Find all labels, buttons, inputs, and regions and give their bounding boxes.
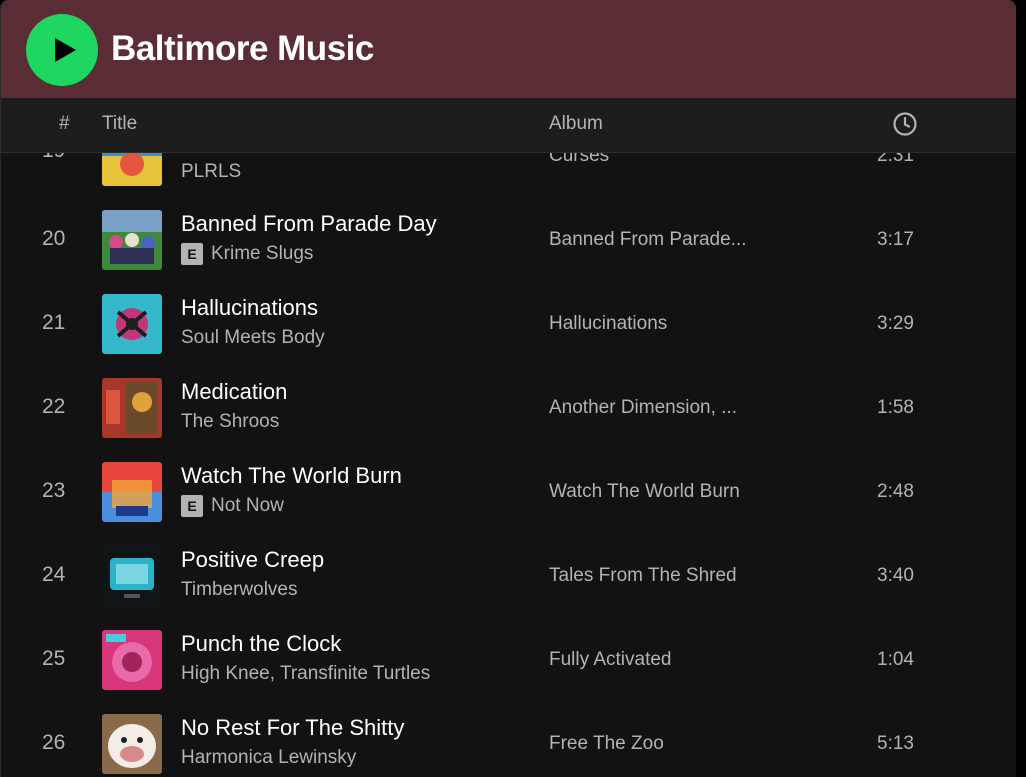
track-duration: 3:29 bbox=[877, 313, 914, 334]
track-artist[interactable]: Krime Slugs bbox=[211, 243, 313, 265]
album-cover bbox=[102, 378, 162, 438]
track-artist-line: The Shroos bbox=[181, 411, 279, 433]
track-album[interactable]: Free The Zoo bbox=[549, 733, 664, 755]
explicit-badge: E bbox=[181, 495, 203, 517]
playlist-window: 19 PLRLS Curses 2:31 20 bbox=[0, 0, 1016, 777]
track-duration: 1:58 bbox=[877, 397, 914, 418]
track-row-26[interactable]: 26 No Rest For The Shitty Harmonica Lewi… bbox=[1, 702, 1016, 777]
track-number: 25 bbox=[42, 647, 66, 670]
album-cover bbox=[102, 714, 162, 774]
track-duration: 5:13 bbox=[877, 733, 914, 754]
track-artist[interactable]: PLRLS bbox=[181, 161, 241, 183]
playlist-top-bar: Baltimore Music bbox=[1, 0, 1016, 98]
track-album[interactable]: Another Dimension, ... bbox=[549, 397, 737, 419]
track-album[interactable]: Hallucinations bbox=[549, 313, 667, 335]
album-cover bbox=[102, 546, 162, 606]
album-cover bbox=[102, 630, 162, 690]
track-album[interactable]: Watch The World Burn bbox=[549, 481, 740, 503]
play-button[interactable] bbox=[26, 14, 98, 86]
track-artist-line: PLRLS bbox=[181, 161, 241, 183]
track-title[interactable]: Hallucinations bbox=[181, 295, 318, 321]
track-album[interactable]: Tales From The Shred bbox=[549, 565, 737, 587]
column-album-header[interactable]: Album bbox=[549, 113, 603, 135]
album-cover bbox=[102, 462, 162, 522]
track-artist[interactable]: High Knee, Transfinite Turtles bbox=[181, 663, 430, 685]
track-artist-line: E Krime Slugs bbox=[181, 243, 313, 265]
track-title[interactable]: Watch The World Burn bbox=[181, 463, 402, 489]
column-number-header: # bbox=[59, 113, 70, 134]
play-icon bbox=[55, 38, 76, 62]
track-number: 22 bbox=[42, 395, 66, 418]
track-row-24[interactable]: 24 Positive Creep Timberwolves Tales Fro… bbox=[1, 534, 1016, 618]
track-number: 23 bbox=[42, 479, 66, 502]
track-row-22[interactable]: 22 Medication The Shroos Another Dimensi… bbox=[1, 366, 1016, 450]
column-header: # Title Album bbox=[1, 98, 1016, 153]
track-title[interactable]: Medication bbox=[181, 379, 287, 405]
column-title-header[interactable]: Title bbox=[102, 113, 137, 135]
track-artist[interactable]: Soul Meets Body bbox=[181, 327, 325, 349]
track-number: 26 bbox=[42, 731, 66, 754]
track-artist[interactable]: Harmonica Lewinsky bbox=[181, 747, 356, 769]
track-artist[interactable]: Timberwolves bbox=[181, 579, 298, 601]
track-album[interactable]: Fully Activated bbox=[549, 649, 672, 671]
album-cover bbox=[102, 294, 162, 354]
track-artist-line: E Not Now bbox=[181, 495, 284, 517]
track-title[interactable]: Punch the Clock bbox=[181, 631, 341, 657]
playlist-title: Baltimore Music bbox=[111, 29, 374, 68]
track-duration: 1:04 bbox=[877, 649, 914, 670]
track-artist[interactable]: Not Now bbox=[211, 495, 284, 517]
track-number: 21 bbox=[42, 311, 66, 334]
track-row-20[interactable]: 20 Banned From Parade Day E Krime Slugs … bbox=[1, 198, 1016, 282]
explicit-badge: E bbox=[181, 243, 203, 265]
clock-icon[interactable] bbox=[891, 110, 919, 144]
track-row-25[interactable]: 25 Punch the Clock High Knee, Transfinit… bbox=[1, 618, 1016, 702]
track-artist-line: Soul Meets Body bbox=[181, 327, 325, 349]
track-row-23[interactable]: 23 Watch The World Burn E Not Now Watch … bbox=[1, 450, 1016, 534]
track-artist-line: Harmonica Lewinsky bbox=[181, 747, 356, 769]
track-artist-line: High Knee, Transfinite Turtles bbox=[181, 663, 430, 685]
track-duration: 3:17 bbox=[877, 229, 914, 250]
album-cover bbox=[102, 210, 162, 270]
track-artist-line: Timberwolves bbox=[181, 579, 298, 601]
track-title[interactable]: Positive Creep bbox=[181, 547, 324, 573]
track-artist[interactable]: The Shroos bbox=[181, 411, 279, 433]
track-number: 24 bbox=[42, 563, 66, 586]
track-duration: 3:40 bbox=[877, 565, 914, 586]
track-title[interactable]: No Rest For The Shitty bbox=[181, 715, 404, 741]
track-duration: 2:48 bbox=[877, 481, 914, 502]
track-number: 20 bbox=[42, 227, 66, 250]
track-row-21[interactable]: 21 Hallucinations Soul Meets Body Halluc… bbox=[1, 282, 1016, 366]
track-album[interactable]: Banned From Parade... bbox=[549, 229, 747, 251]
track-title[interactable]: Banned From Parade Day bbox=[181, 211, 437, 237]
